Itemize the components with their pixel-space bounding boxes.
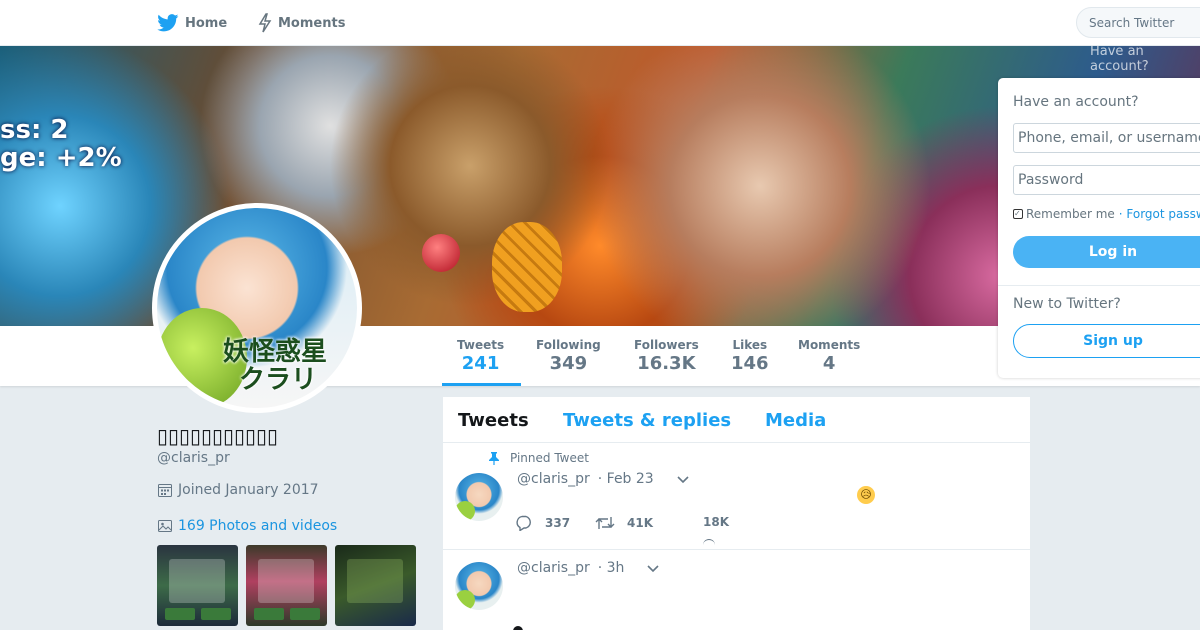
remember-label[interactable]: Remember me (1026, 207, 1115, 221)
stat-followers[interactable]: Followers 16.3K (634, 338, 699, 374)
retweet-count: 41K (627, 516, 653, 530)
nav-moments[interactable]: Moments (258, 0, 345, 46)
reply-button[interactable]: 337 (515, 515, 570, 531)
login-divider (998, 285, 1200, 286)
stat-label: Moments (798, 338, 861, 352)
forgot-password-link[interactable]: · Forgot password? (1119, 207, 1200, 221)
stat-label: Followers (634, 338, 699, 352)
pinned-label: Pinned Tweet (510, 451, 589, 465)
lightning-icon (258, 13, 272, 33)
stat-following[interactable]: Following 349 (536, 338, 601, 374)
photos-link[interactable]: 169 Photos and videos (157, 518, 337, 534)
reply-count: 337 (545, 516, 571, 530)
tweet-time[interactable]: · Feb 23 (598, 471, 654, 487)
pin-icon (489, 452, 499, 465)
stat-value: 146 (731, 353, 769, 374)
tab-tweets[interactable]: Tweets (458, 410, 529, 431)
stat-label: Likes (732, 338, 768, 352)
calendar-icon (158, 484, 172, 497)
login-card: Have an account? Phone, email, or userna… (998, 78, 1200, 378)
active-stat-underline (442, 383, 521, 386)
like-count: 18K (703, 515, 729, 529)
retweet-icon (595, 517, 615, 529)
remember-checkbox[interactable]: ✓ (1013, 209, 1023, 219)
tweet-handle[interactable]: @claris_pr (517, 471, 590, 487)
tweet-avatar[interactable] (455, 473, 503, 521)
login-button[interactable]: Log in (1013, 236, 1200, 268)
joined-text: Joined January 2017 (178, 482, 319, 498)
login-title: Have an account? (1013, 94, 1139, 110)
stat-tweets[interactable]: Tweets 241 (457, 338, 504, 374)
avatar-logo-line-1: 妖怪惑星 (223, 337, 328, 367)
search-input[interactable]: Search Twitter (1076, 7, 1200, 38)
timeline: Tweets Tweets & replies Media Pinned Twe… (443, 397, 1030, 630)
profile-avatar[interactable]: 妖怪惑星 クラリ (152, 203, 362, 413)
nav-home[interactable]: Home (157, 0, 227, 46)
tweet-media-peek (513, 626, 523, 630)
tweet[interactable]: @claris_pr · 3h (443, 550, 1030, 630)
tweet-time[interactable]: · 3h (598, 560, 625, 576)
banner-overlay-text: ss: 2 ge: +2% (0, 116, 122, 172)
heart-icon[interactable] (703, 539, 715, 545)
media-thumbnail[interactable] (157, 545, 238, 626)
new-to-twitter-label: New to Twitter? (1013, 296, 1121, 312)
timeline-tabs: Tweets Tweets & replies Media (443, 397, 1030, 443)
signup-button[interactable]: Sign up (1013, 324, 1200, 358)
ghost-text: Have an account? (1090, 44, 1149, 74)
twitter-bird-icon (157, 14, 179, 32)
stat-value: 349 (549, 353, 588, 374)
profile-handle: @claris_pr (157, 450, 230, 466)
username-field[interactable]: Phone, email, or username (1013, 123, 1200, 153)
joined-date: Joined January 2017 (157, 482, 319, 498)
stat-likes[interactable]: Likes 146 (731, 338, 769, 374)
remember-row: ✓ Remember me · Forgot password? (1013, 207, 1200, 221)
like-button[interactable]: 18K (703, 515, 729, 529)
media-thumbnail[interactable] (246, 545, 327, 626)
tab-tweets-and-replies[interactable]: Tweets & replies (563, 410, 731, 431)
tab-media[interactable]: Media (765, 410, 826, 431)
stat-label: Following (536, 338, 601, 352)
retweet-button[interactable]: 41K (595, 515, 653, 531)
banner-pineapple (492, 222, 562, 312)
chevron-down-icon[interactable] (676, 474, 690, 484)
banner-text-1: ss: 2 (0, 115, 69, 145)
top-nav: Home Moments Search Twitter (0, 0, 1200, 46)
pinned-indicator: Pinned Tweet (488, 451, 589, 465)
avatar-logo-line-2: クラリ (239, 365, 318, 395)
emoji-sad-icon: 😥 (857, 486, 875, 504)
banner-apple (422, 234, 460, 272)
tweet-handle[interactable]: @claris_pr (517, 560, 590, 576)
tweet-header: @claris_pr · 3h (517, 560, 660, 576)
reply-icon (516, 515, 531, 531)
nav-moments-label: Moments (278, 15, 346, 31)
tweet-header: @claris_pr · Feb 23 (517, 471, 690, 487)
password-field[interactable]: Password (1013, 165, 1200, 195)
stat-value: 16.3K (637, 353, 696, 374)
tweet[interactable]: Pinned Tweet @claris_pr · Feb 23 😥 337 4… (443, 443, 1030, 550)
avatar-logo: 妖怪惑星 クラリ (223, 338, 327, 394)
tweet-actions: 337 41K 18K (515, 515, 815, 535)
profile-name: ▯▯▯▯▯▯▯▯▯▯▯ (157, 424, 279, 448)
chevron-down-icon[interactable] (646, 563, 660, 573)
photos-link-text: 169 Photos and videos (178, 518, 338, 534)
media-thumbnail[interactable] (335, 545, 416, 626)
banner-text-2: ge: +2% (0, 143, 122, 173)
stat-value: 241 (461, 353, 500, 374)
nav-home-label: Home (185, 15, 228, 31)
stat-value: 4 (822, 353, 836, 374)
stat-label: Tweets (457, 338, 505, 352)
tweet-avatar[interactable] (455, 562, 503, 610)
image-icon (158, 520, 172, 532)
stat-moments[interactable]: Moments 4 (798, 338, 860, 374)
